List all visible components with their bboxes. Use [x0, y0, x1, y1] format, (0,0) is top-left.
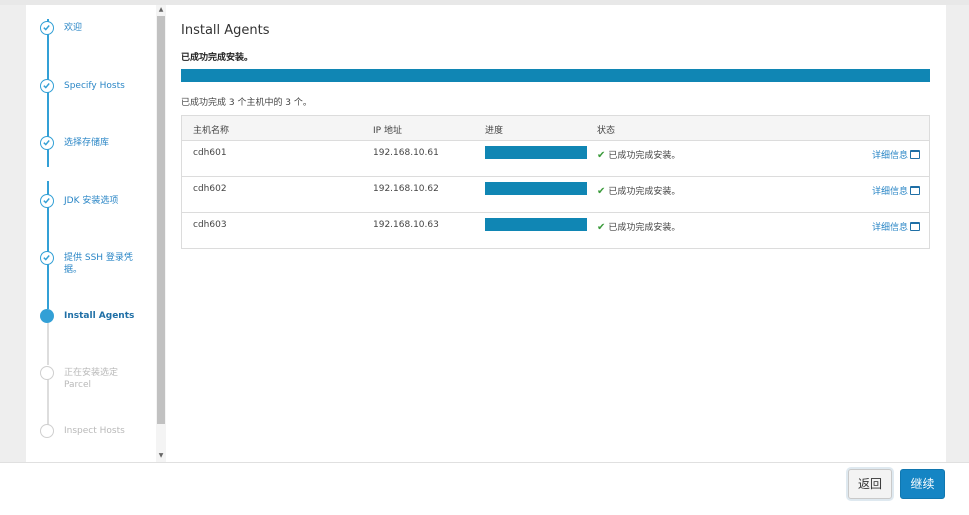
column-header-ip: IP 地址: [373, 126, 402, 136]
scroll-down-arrow-icon[interactable]: ▼: [156, 451, 166, 461]
back-button[interactable]: 返回: [848, 469, 892, 499]
window-icon[interactable]: [910, 150, 920, 159]
host-ip: 192.168.10.62: [373, 184, 439, 194]
sidebar-scrollbar[interactable]: ▲ ▼: [156, 5, 166, 462]
checkmark-icon: ✔: [597, 150, 606, 161]
checkmark-icon: ✔: [597, 186, 606, 197]
window-icon[interactable]: [910, 186, 920, 195]
host-status-text: 已成功完成安装。: [608, 187, 681, 197]
check-circle-icon: [40, 136, 54, 150]
step-label: 正在安装选定 Parcel: [64, 368, 119, 390]
table-header: 主机名称 IP 地址 进度 状态: [182, 116, 929, 141]
host-progress-fill: [485, 218, 587, 231]
check-circle-icon: [40, 79, 54, 93]
filled-circle-icon: [40, 309, 54, 323]
scrollbar-thumb[interactable]: [157, 16, 165, 424]
column-header-host: 主机名称: [193, 126, 230, 136]
checkmark-icon: ✔: [597, 222, 606, 233]
step-label: 选择存储库: [64, 138, 110, 148]
host-progress-bar: [485, 218, 587, 231]
table-row: cdh601 192.168.10.61 ✔ 已成功完成安装。 详细信息: [182, 141, 929, 177]
table-row: cdh602 192.168.10.62 ✔ 已成功完成安装。 详细信息: [182, 177, 929, 213]
host-name: cdh602: [193, 184, 227, 194]
check-circle-icon: [40, 21, 54, 35]
host-progress-bar: [485, 146, 587, 159]
step-connector: [47, 379, 49, 425]
host-ip: 192.168.10.61: [373, 148, 439, 158]
check-circle-icon: [40, 251, 54, 265]
step-label: 欢迎: [64, 23, 83, 33]
empty-circle-icon: [40, 424, 54, 438]
column-header-progress: 进度: [485, 126, 504, 136]
details-link[interactable]: 详细信息: [872, 220, 908, 233]
host-status: ✔ 已成功完成安装。: [597, 148, 680, 161]
summary-text: 已成功完成 3 个主机中的 3 个。: [181, 98, 312, 108]
step-connector: [47, 323, 49, 365]
right-gutter: [946, 5, 969, 462]
step-label: Specify Hosts: [64, 81, 125, 91]
host-name: cdh601: [193, 148, 227, 158]
host-progress-fill: [485, 146, 587, 159]
host-status-text: 已成功完成安装。: [608, 223, 681, 233]
hosts-table: 主机名称 IP 地址 进度 状态 cdh601 192.168.10.61 ✔ 已…: [181, 115, 930, 249]
status-message: 已成功完成安装。: [181, 53, 254, 63]
main-content: Install Agents 已成功完成安装。 已成功完成 3 个主机中的 3 …: [166, 5, 946, 462]
empty-circle-icon: [40, 366, 54, 380]
host-progress-fill: [485, 182, 587, 195]
step-label: Inspect Hosts: [64, 426, 125, 436]
overall-progress-bar: [181, 69, 930, 82]
host-ip: 192.168.10.63: [373, 220, 439, 230]
table-row: cdh603 192.168.10.63 ✔ 已成功完成安装。 详细信息: [182, 213, 929, 248]
wizard-steps-sidebar: 欢迎 Specify Hosts 选择存储库 JDK 安装选项 提供 SSH 登…: [26, 5, 156, 462]
page-title: Install Agents: [181, 23, 270, 38]
step-label: 提供 SSH 登录凭据。: [64, 253, 133, 275]
continue-button[interactable]: 继续: [900, 469, 945, 499]
step-label: JDK 安装选项: [64, 196, 119, 206]
overall-progress-fill: [181, 69, 930, 82]
details-link[interactable]: 详细信息: [872, 184, 908, 197]
step-label: Install Agents: [64, 311, 135, 321]
scroll-up-arrow-icon[interactable]: ▲: [156, 5, 166, 15]
host-name: cdh603: [193, 220, 227, 230]
window-icon[interactable]: [910, 222, 920, 231]
host-status: ✔ 已成功完成安装。: [597, 184, 680, 197]
host-progress-bar: [485, 182, 587, 195]
host-status: ✔ 已成功完成安装。: [597, 220, 680, 233]
wizard-footer: 返回 继续: [0, 462, 969, 515]
host-status-text: 已成功完成安装。: [608, 151, 681, 161]
check-circle-icon: [40, 194, 54, 208]
column-header-status: 状态: [597, 126, 616, 136]
details-link[interactable]: 详细信息: [872, 148, 908, 161]
